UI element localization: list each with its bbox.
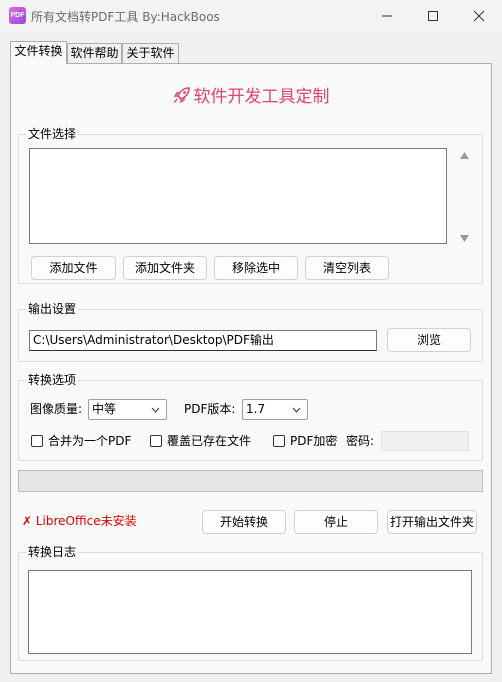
rocket-icon (173, 86, 191, 109)
password-input[interactable] (381, 431, 469, 451)
tab-software-help[interactable]: 软件帮助 (67, 43, 122, 63)
merge-pdf-label: 合并为一个PDF (48, 434, 132, 448)
window-title: 所有文档转PDF工具 By:HackBoos (31, 10, 220, 24)
pdf-version-value: 1.7 (246, 402, 266, 416)
start-convert-button[interactable]: 开始转换 (202, 510, 286, 534)
stop-button[interactable]: 停止 (294, 510, 378, 534)
app-pdf-icon: PDF (9, 7, 26, 24)
image-quality-value: 中等 (92, 402, 117, 416)
chevron-down-icon (292, 407, 301, 413)
chevron-down-icon (151, 407, 160, 413)
maximize-icon (428, 11, 438, 21)
image-quality-label: 图像质量: (30, 402, 83, 416)
conversion-options-title: 转换选项 (26, 373, 79, 387)
browse-button[interactable]: 浏览 (387, 328, 471, 352)
pdf-encrypt-label: PDF加密 (290, 434, 338, 448)
pdf-encrypt-checkbox[interactable]: PDF加密 (273, 433, 343, 449)
overwrite-checkbox-box[interactable] (150, 435, 162, 447)
conversion-log-title: 转换日志 (26, 545, 79, 559)
minimize-icon (382, 15, 392, 17)
encrypt-checkbox-box[interactable] (273, 435, 285, 447)
file-select-title: 文件选择 (26, 127, 79, 141)
image-quality-select[interactable]: 中等 (88, 399, 167, 420)
overwrite-existing-checkbox[interactable]: 覆盖已存在文件 (150, 433, 260, 449)
maximize-button[interactable] (410, 0, 456, 32)
remove-selected-button[interactable]: 移除选中 (214, 256, 298, 280)
conversion-log-textbox[interactable] (28, 570, 472, 654)
overwrite-existing-label: 覆盖已存在文件 (167, 434, 252, 448)
pdf-version-select[interactable]: 1.7 (242, 399, 308, 420)
close-button[interactable] (456, 0, 502, 32)
output-path-input[interactable]: C:\Users\Administrator\Desktop\PDF输出 (29, 330, 377, 351)
custom-dev-banner[interactable]: 软件开发工具定制 (11, 82, 491, 109)
tab-file-convert[interactable]: 文件转换 (10, 41, 67, 64)
title-bar[interactable]: PDF 所有文档转PDF工具 By:HackBoos (0, 0, 502, 32)
close-icon (473, 10, 485, 22)
conversion-progress-bar (18, 470, 483, 492)
tab-about-software[interactable]: 关于软件 (122, 43, 179, 63)
scroll-up-arrow-icon[interactable] (459, 151, 470, 160)
open-output-folder-button[interactable]: 打开输出文件夹 (387, 510, 477, 534)
libreoffice-status-text: ✗ LibreOffice未安装 (22, 514, 137, 528)
clear-list-button[interactable]: 清空列表 (305, 256, 389, 280)
minimize-button[interactable] (364, 0, 410, 32)
pdf-version-label: PDF版本: (184, 402, 236, 416)
add-file-button[interactable]: 添加文件 (31, 256, 116, 280)
file-listbox[interactable] (29, 148, 447, 244)
add-folder-button[interactable]: 添加文件夹 (123, 256, 207, 280)
password-label: 密码: (346, 434, 375, 448)
scroll-down-arrow-icon[interactable] (459, 234, 470, 243)
merge-pdf-checkbox[interactable]: 合并为一个PDF (31, 433, 136, 449)
tab-panel-file-convert: 软件开发工具定制 文件选择 添加文件 添加文件夹 移除选中 清空列表 输出设置 … (10, 63, 492, 674)
merge-pdf-checkbox-box[interactable] (31, 435, 43, 447)
banner-text: 软件开发工具定制 (193, 87, 330, 107)
output-settings-title: 输出设置 (26, 302, 79, 316)
